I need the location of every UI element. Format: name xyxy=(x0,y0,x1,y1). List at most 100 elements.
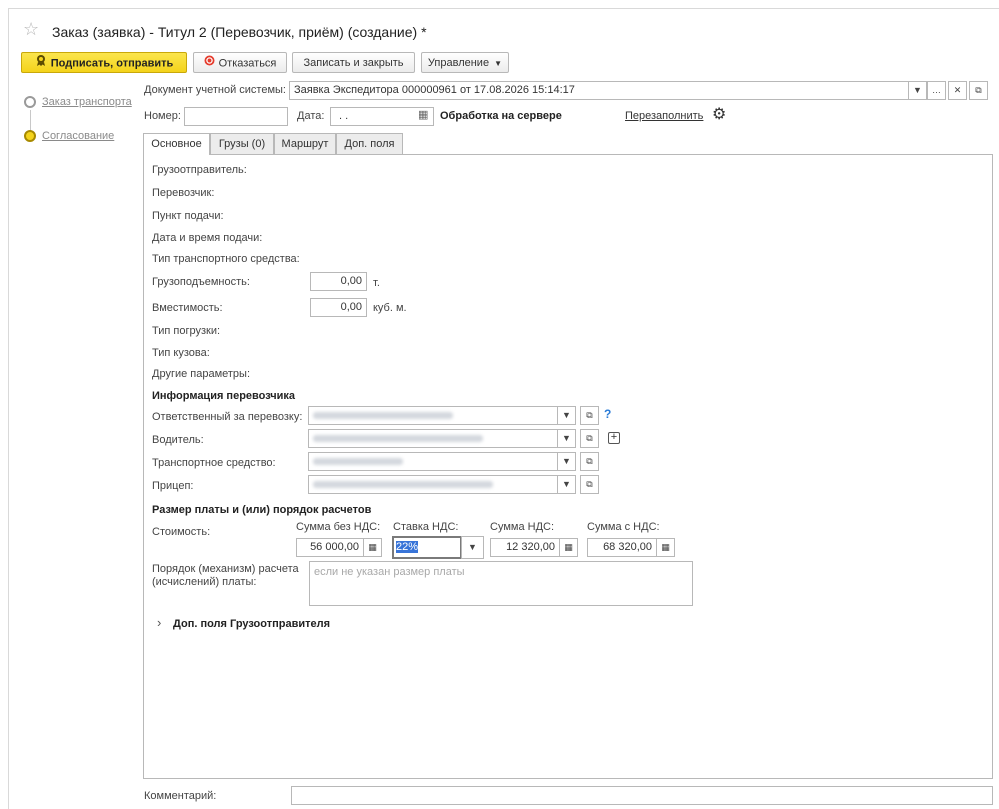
chevron-right-icon[interactable]: › xyxy=(157,615,161,630)
open-icon: ⧉ xyxy=(586,410,593,420)
capacity-label: Грузоподъемность: xyxy=(152,276,250,288)
sum-no-vat-label: Сумма без НДС: xyxy=(296,521,381,533)
driver-open-button[interactable]: ⧉ xyxy=(580,429,599,448)
add-icon[interactable]: + xyxy=(608,432,620,444)
volume-label: Вместимость: xyxy=(152,302,223,314)
trailer-field[interactable] xyxy=(308,475,558,494)
sum-with-vat-field[interactable]: 68 320,00 xyxy=(587,538,657,557)
carrier-label: Перевозчик: xyxy=(152,187,215,199)
window-title: Заказ (заявка) - Титул 2 (Перевозчик, пр… xyxy=(52,24,427,40)
capacity-unit: т. xyxy=(373,277,380,289)
manage-label: Управление xyxy=(427,57,490,69)
driver-label: Водитель: xyxy=(152,434,204,446)
tab-cargo[interactable]: Грузы (0) xyxy=(210,133,274,154)
comment-label: Комментарий: xyxy=(144,790,217,802)
vat-rate-field[interactable]: 22% xyxy=(392,536,462,559)
tab-extra-fields[interactable]: Доп. поля xyxy=(336,133,403,154)
shipper-label: Грузоотправитель: xyxy=(152,164,247,176)
step-order-transport-link[interactable]: Заказ транспорта xyxy=(42,96,132,108)
driver-dropdown-button[interactable]: ▼ xyxy=(557,429,576,448)
chevron-down-icon: ▼ xyxy=(494,59,503,68)
doc-dropdown-button[interactable]: ▼ xyxy=(908,81,927,100)
shipper-extra-fields-toggle[interactable]: Доп. поля Грузоотправителя xyxy=(173,618,330,630)
step-pending-icon xyxy=(24,96,36,108)
cost-label: Стоимость: xyxy=(152,526,211,538)
date-label: Дата: xyxy=(297,110,325,122)
pickup-datetime-label: Дата и время подачи: xyxy=(152,232,263,244)
responsible-dropdown-button[interactable]: ▼ xyxy=(557,406,576,425)
stop-icon xyxy=(204,53,215,74)
payment-order-label-line1: Порядок (механизм) расчета xyxy=(152,563,299,575)
driver-field[interactable] xyxy=(308,429,558,448)
vehicle-open-button[interactable]: ⧉ xyxy=(580,452,599,471)
sum-no-vat-calculator-button[interactable]: ▦ xyxy=(363,538,382,557)
calculator-icon: ▦ xyxy=(564,542,573,552)
volume-field[interactable]: 0,00 xyxy=(310,298,367,317)
decline-button[interactable]: Отказаться xyxy=(193,52,287,73)
doc-select-button[interactable]: … xyxy=(927,81,946,100)
body-type-label: Тип кузова: xyxy=(152,347,210,359)
doc-open-button[interactable]: ⧉ xyxy=(969,81,988,100)
redacted-value xyxy=(313,457,403,465)
pickup-point-label: Пункт подачи: xyxy=(152,210,224,222)
seal-icon xyxy=(35,53,47,74)
sign-send-label: Подписать, отправить xyxy=(50,57,174,70)
capacity-field[interactable]: 0,00 xyxy=(310,272,367,291)
responsible-open-button[interactable]: ⧉ xyxy=(580,406,599,425)
trailer-open-button[interactable]: ⧉ xyxy=(580,475,599,494)
vat-sum-calculator-button[interactable]: ▦ xyxy=(559,538,578,557)
open-icon: ⧉ xyxy=(975,85,982,95)
sign-send-button[interactable]: Подписать, отправить xyxy=(21,52,187,73)
number-label: Номер: xyxy=(144,110,181,122)
payment-order-textarea[interactable]: если не указан размер платы xyxy=(309,561,693,606)
doc-clear-button[interactable]: ✕ xyxy=(948,81,967,100)
other-params-label: Другие параметры: xyxy=(152,368,251,380)
vat-sum-field[interactable]: 12 320,00 xyxy=(490,538,560,557)
server-processing-label: Обработка на сервере xyxy=(440,110,562,122)
sum-with-vat-label: Сумма с НДС: xyxy=(587,521,660,533)
vat-sum-label: Сумма НДС: xyxy=(490,521,555,533)
payment-title: Размер платы и (или) порядок расчетов xyxy=(152,504,372,516)
vat-rate-dropdown-button[interactable]: ▼ xyxy=(461,536,484,559)
manage-menu-button[interactable]: Управление ▼ xyxy=(421,52,509,73)
gear-icon[interactable]: ⚙ xyxy=(712,104,726,124)
vehicle-label: Транспортное средство: xyxy=(152,457,276,469)
responsible-label: Ответственный за перевозку: xyxy=(152,411,303,423)
refill-link[interactable]: Перезаполнить xyxy=(625,110,703,122)
vat-rate-value: 22% xyxy=(396,541,419,553)
help-icon[interactable]: ? xyxy=(604,407,611,421)
decline-label: Отказаться xyxy=(218,57,277,70)
open-icon: ⧉ xyxy=(586,456,593,466)
step-current-icon xyxy=(24,130,36,142)
open-icon: ⧉ xyxy=(586,433,593,443)
tab-route[interactable]: Маршрут xyxy=(274,133,336,154)
doc-label: Документ учетной системы: xyxy=(144,84,286,96)
redacted-value xyxy=(313,434,483,442)
save-close-button[interactable]: Записать и закрыть xyxy=(292,52,415,73)
number-field[interactable] xyxy=(184,107,288,126)
comment-field[interactable] xyxy=(291,786,993,805)
sum-no-vat-field[interactable]: 56 000,00 xyxy=(296,538,364,557)
vehicle-type-label: Тип транспортного средства: xyxy=(152,253,300,265)
redacted-value xyxy=(313,411,453,419)
responsible-field[interactable] xyxy=(308,406,558,425)
step-approval-link[interactable]: Согласование xyxy=(42,130,114,142)
volume-unit: куб. м. xyxy=(373,302,407,314)
carrier-info-title: Информация перевозчика xyxy=(152,390,296,402)
trailer-label: Прицеп: xyxy=(152,480,194,492)
sum-with-vat-calculator-button[interactable]: ▦ xyxy=(656,538,675,557)
open-icon: ⧉ xyxy=(586,479,593,489)
vat-rate-label: Ставка НДС: xyxy=(393,521,459,533)
loading-type-label: Тип погрузки: xyxy=(152,325,221,337)
vehicle-dropdown-button[interactable]: ▼ xyxy=(557,452,576,471)
calculator-icon: ▦ xyxy=(661,542,670,552)
trailer-dropdown-button[interactable]: ▼ xyxy=(557,475,576,494)
payment-order-label-line2: (исчислений) платы: xyxy=(152,576,257,588)
vehicle-field[interactable] xyxy=(308,452,558,471)
doc-field[interactable]: Заявка Экспедитора 000000961 от 17.08.20… xyxy=(289,81,909,100)
calendar-icon[interactable]: ▦ xyxy=(418,108,428,121)
calculator-icon: ▦ xyxy=(368,542,377,552)
redacted-value xyxy=(313,480,493,488)
favorite-star-icon[interactable]: ☆ xyxy=(23,19,39,40)
tab-main[interactable]: Основное xyxy=(143,133,210,155)
